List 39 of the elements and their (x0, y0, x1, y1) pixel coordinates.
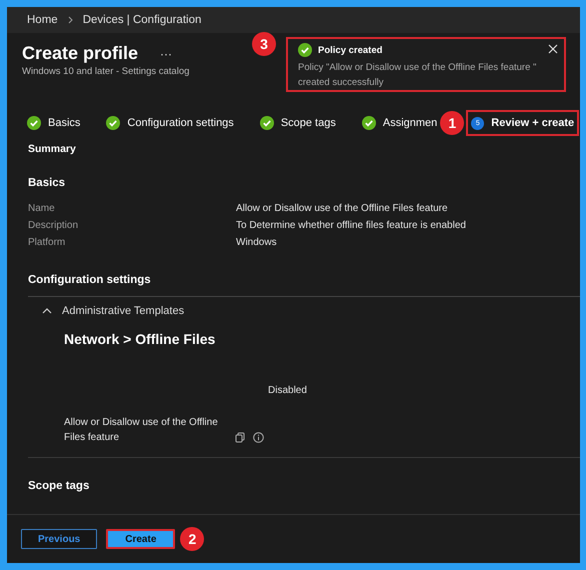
more-button[interactable]: ··· (160, 46, 172, 60)
wizard-step[interactable]: Assignmen (356, 110, 442, 136)
field-value: To Determine whether offline files feature is enabled (236, 220, 467, 231)
page-subtitle: Windows 10 and later - Settings catalog (22, 66, 190, 77)
callout-badge: 2 (180, 527, 204, 551)
section-heading: Basics (28, 177, 66, 189)
check-icon (106, 116, 120, 130)
copy-icon[interactable] (235, 432, 246, 443)
category-heading: Network > Offline Files (64, 331, 216, 347)
section-heading: Scope tags (28, 480, 90, 492)
wizard-step[interactable]: Scope tags (254, 110, 341, 136)
group-header[interactable]: Administrative Templates (28, 297, 580, 317)
setting-label: Allow or Disallow use of the Offline Files feature (64, 416, 219, 445)
field-value: Windows (236, 237, 278, 248)
callout-badge: 3 (252, 32, 276, 56)
field-label: Description (28, 220, 80, 231)
callout-badge: 1 (440, 111, 464, 135)
check-icon (260, 116, 274, 130)
section-heading: Summary (28, 143, 77, 155)
check-icon (27, 116, 41, 130)
wizard-step[interactable]: Configuration settings (101, 110, 239, 136)
field-label: Name (28, 203, 56, 214)
close-icon[interactable] (548, 44, 558, 54)
setting-value: Disabled (268, 385, 308, 398)
toast-title: Policy created (318, 44, 382, 56)
check-icon (298, 43, 312, 57)
previous-button[interactable]: Previous (21, 529, 98, 549)
toast-message: Policy "Allow or Disallow use of the Offline Files feature " created successfully (298, 61, 538, 90)
create-button[interactable]: Create (106, 529, 176, 549)
info-icon[interactable] (253, 432, 264, 443)
page-title: Create profile (22, 43, 138, 64)
breadcrumb-link[interactable]: Home (27, 14, 58, 26)
check-icon (362, 116, 376, 130)
field-value: Allow or Disallow use of the Offline Files feature (236, 203, 449, 214)
section-heading: Configuration settings (28, 274, 152, 286)
chevron-right-icon (68, 16, 73, 24)
wizard-step[interactable]: Basics (22, 110, 86, 136)
field-label: Platform (28, 237, 66, 248)
breadcrumb-link[interactable]: Devices | Configuration (82, 14, 202, 26)
